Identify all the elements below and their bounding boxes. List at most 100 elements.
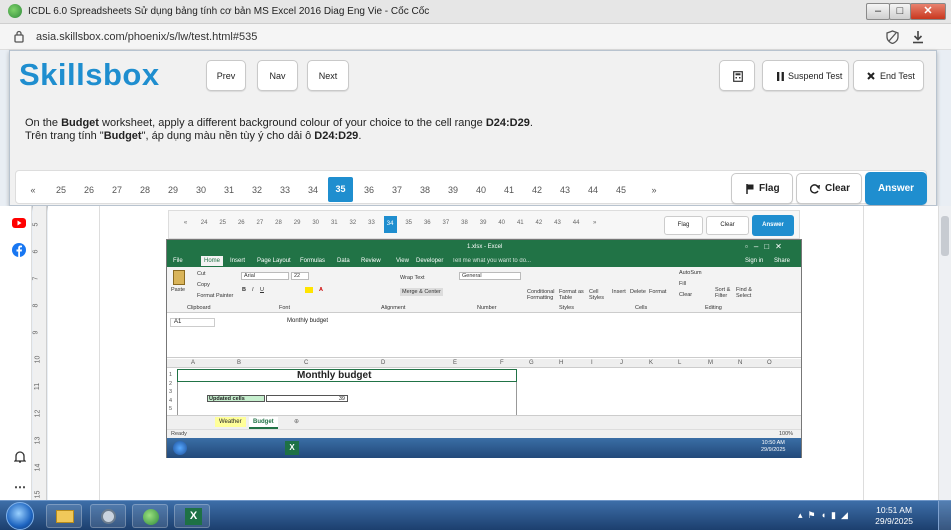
start-button[interactable] <box>6 502 34 530</box>
maximize-button[interactable]: □ <box>889 3 911 20</box>
merge-center-button[interactable]: Merge & Center <box>400 288 443 296</box>
nav-button[interactable]: Nav <box>257 60 298 91</box>
italic-button[interactable]: I <box>252 287 254 293</box>
scrollbar-thumb[interactable] <box>941 216 949 256</box>
calculator-button[interactable] <box>719 60 755 91</box>
address-bar[interactable]: asia.skillsbox.com/phoenix/s/lw/test.htm… <box>0 24 951 50</box>
column-header-B[interactable]: B <box>237 360 241 366</box>
minimize-button[interactable]: – <box>866 3 890 20</box>
sort-filter-button[interactable]: Sort & Filter <box>715 287 733 299</box>
column-header-D[interactable]: D <box>381 360 385 366</box>
share-button[interactable]: Share <box>774 258 790 264</box>
embedded-flag-button[interactable]: Flag <box>664 216 703 235</box>
pager-page-30[interactable]: 30 <box>190 179 212 201</box>
pager-page-31[interactable]: 31 <box>218 179 240 201</box>
number-format-box[interactable]: General <box>459 272 521 280</box>
flag-button[interactable]: Flag <box>731 173 793 204</box>
file-explorer-icon[interactable] <box>46 504 82 528</box>
prev-button[interactable]: Prev <box>206 60 246 91</box>
pager-page-38[interactable]: 38 <box>414 179 436 201</box>
pager-page-29[interactable]: 29 <box>162 179 184 201</box>
column-header-C[interactable]: C <box>304 360 308 366</box>
column-header-M[interactable]: M <box>708 360 713 366</box>
column-header-N[interactable]: N <box>738 360 742 366</box>
clear-button[interactable]: Clear <box>796 173 862 204</box>
close-button[interactable]: ✕ <box>910 3 946 20</box>
pager-page-43[interactable]: 43 <box>554 179 576 201</box>
fill-color-icon[interactable] <box>305 287 313 293</box>
insert-cells-button[interactable]: Insert <box>612 289 626 295</box>
pager-page-34[interactable]: 34 <box>302 179 324 201</box>
show-desktop-button[interactable] <box>938 501 951 530</box>
fill-button[interactable]: Fill <box>679 281 686 287</box>
url-text[interactable]: asia.skillsbox.com/phoenix/s/lw/test.htm… <box>36 31 257 43</box>
font-size-box[interactable]: 22 <box>291 272 309 280</box>
system-tool-icon[interactable] <box>90 504 126 528</box>
row-header-4[interactable]: 4 <box>169 398 172 404</box>
excel-taskbar-icon[interactable]: X <box>174 504 210 528</box>
sheet-tab-weather[interactable]: Weather <box>215 417 246 427</box>
cut-button[interactable]: Cut <box>197 271 206 277</box>
pager-page-36[interactable]: 36 <box>358 179 380 201</box>
column-header-E[interactable]: E <box>453 360 457 366</box>
conditional-formatting-button[interactable]: Conditional Formatting <box>527 289 557 301</box>
paste-icon[interactable] <box>173 270 185 285</box>
format-as-table-button[interactable]: Format as Table <box>559 289 587 301</box>
cell-styles-button[interactable]: Cell Styles <box>589 289 605 301</box>
column-header-G[interactable]: G <box>529 360 534 366</box>
updated-cells-value[interactable]: 39 <box>266 395 348 402</box>
pager-page-44[interactable]: 44 <box>582 179 604 201</box>
pager-page-25[interactable]: 25 <box>50 179 72 201</box>
add-sheet-button[interactable]: ⊕ <box>294 418 299 425</box>
row-header-5[interactable]: 5 <box>169 406 172 412</box>
facebook-icon[interactable] <box>12 243 26 257</box>
wrap-text-button[interactable]: Wrap Text <box>400 275 425 281</box>
column-header-O[interactable]: O <box>767 360 772 366</box>
pager-first-button[interactable]: « <box>22 179 44 201</box>
excel-tab-data[interactable]: Data <box>337 258 350 264</box>
cell-grid[interactable]: Monthly budget Updated cells 39 1 2 3 4 5 <box>167 368 801 415</box>
end-test-button[interactable]: End Test <box>853 60 924 91</box>
pager-page-40[interactable]: 40 <box>470 179 492 201</box>
sheet-tab-budget[interactable]: Budget <box>249 417 278 429</box>
pager-page-42[interactable]: 42 <box>526 179 548 201</box>
column-header-L[interactable]: L <box>678 360 681 366</box>
row-header-1[interactable]: 1 <box>169 372 172 378</box>
youtube-icon[interactable] <box>12 218 26 228</box>
answer-button[interactable]: Answer <box>865 172 927 205</box>
column-header-K[interactable]: K <box>649 360 653 366</box>
pager-page-39[interactable]: 39 <box>442 179 464 201</box>
excel-tab-formulas[interactable]: Formulas <box>300 258 325 264</box>
pager-page-35[interactable]: 35 <box>328 177 353 202</box>
updated-cells-label[interactable]: Updated cells <box>207 395 265 402</box>
more-icon[interactable]: ⋯ <box>14 480 26 494</box>
formula-input[interactable]: Monthly budget <box>287 318 328 324</box>
column-header-A[interactable]: A <box>191 360 195 366</box>
copy-button[interactable]: Copy <box>197 282 210 288</box>
paste-label[interactable]: Paste <box>171 287 185 293</box>
pager-page-32[interactable]: 32 <box>246 179 268 201</box>
next-button[interactable]: Next <box>307 60 349 91</box>
bold-button[interactable]: B <box>242 287 246 293</box>
font-name-box[interactable]: Arial <box>241 272 289 280</box>
column-header-I[interactable]: I <box>591 360 593 366</box>
vertical-scrollbar[interactable] <box>938 206 951 500</box>
excel-tab-view[interactable]: View <box>396 258 409 264</box>
taskbar-clock[interactable]: 10:51 AM 29/9/2025 <box>875 505 913 527</box>
underline-button[interactable]: U <box>260 287 264 293</box>
tray-icons[interactable]: ▴⚑◖▮◢ <box>798 510 853 521</box>
tell-me-box[interactable]: Tell me what you want to do... <box>452 258 531 264</box>
delete-cells-button[interactable]: Delete <box>630 289 646 295</box>
pager-page-27[interactable]: 27 <box>106 179 128 201</box>
row-header-2[interactable]: 2 <box>169 381 172 387</box>
column-header-H[interactable]: H <box>559 360 563 366</box>
excel-tab-page-layout[interactable]: Page Layout <box>257 258 291 264</box>
shield-icon[interactable] <box>886 30 899 44</box>
clear-format-button[interactable]: Clear <box>679 292 692 298</box>
column-header-F[interactable]: F <box>500 360 504 366</box>
excel-tab-home[interactable]: Home <box>201 256 224 266</box>
pager-page-33[interactable]: 33 <box>274 179 296 201</box>
column-header-J[interactable]: J <box>620 360 623 366</box>
excel-tab-file[interactable]: File <box>173 258 183 264</box>
font-color-icon[interactable]: A <box>319 287 323 293</box>
